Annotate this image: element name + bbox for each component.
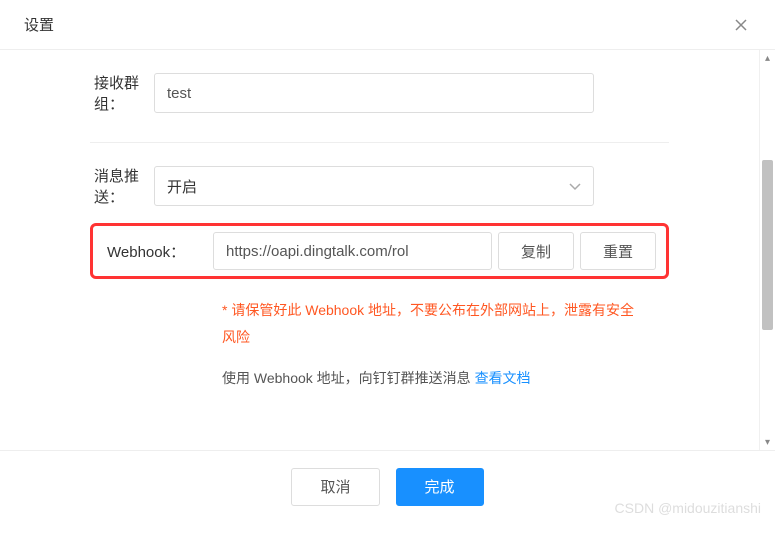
watermark: CSDN @midouzitianshi [615,500,761,516]
doc-link[interactable]: 查看文档 [475,370,531,386]
webhook-usage: 使用 Webhook 地址，向钉钉群推送消息 查看文档 [222,366,669,391]
vertical-scrollbar[interactable]: ▴ ▾ [759,50,775,450]
webhook-label: Webhook： [103,232,213,270]
usage-text: 使用 Webhook 地址，向钉钉群推送消息 [222,370,475,386]
form-content: 接收群组： 消息推送： 开启 Webhook： [0,50,759,450]
reset-button[interactable]: 重置 [580,232,656,270]
chevron-down-icon [569,178,581,195]
group-input[interactable] [154,73,594,113]
modal-footer: 取消 完成 CSDN @midouzitianshi [0,450,775,522]
webhook-input[interactable] [213,232,492,270]
section-divider [90,142,669,143]
close-icon [733,17,749,33]
group-row: 接收群组： [0,72,759,114]
scroll-up-arrow[interactable]: ▴ [760,50,775,66]
webhook-row: Webhook： 复制 重置 [90,223,669,279]
modal-body: 接收群组： 消息推送： 开启 Webhook： [0,50,775,450]
copy-button[interactable]: 复制 [498,232,574,270]
scroll-down-arrow[interactable]: ▾ [760,434,775,450]
modal-header: 设置 [0,0,775,50]
close-button[interactable] [731,15,751,35]
push-select[interactable]: 开启 [154,166,594,206]
scroll-thumb[interactable] [762,160,773,330]
push-value: 开启 [167,176,197,197]
submit-button[interactable]: 完成 [396,468,484,506]
push-row: 消息推送： 开启 [0,165,759,207]
webhook-warning: * 请保管好此 Webhook 地址，不要公布在外部网站上，泄露有安全风险 [222,297,642,350]
group-label: 接收群组： [24,72,154,114]
cancel-button[interactable]: 取消 [291,468,379,506]
modal-title: 设置 [24,14,54,35]
push-label: 消息推送： [24,165,154,207]
settings-modal: 设置 接收群组： 消息推送： 开启 [0,0,775,535]
